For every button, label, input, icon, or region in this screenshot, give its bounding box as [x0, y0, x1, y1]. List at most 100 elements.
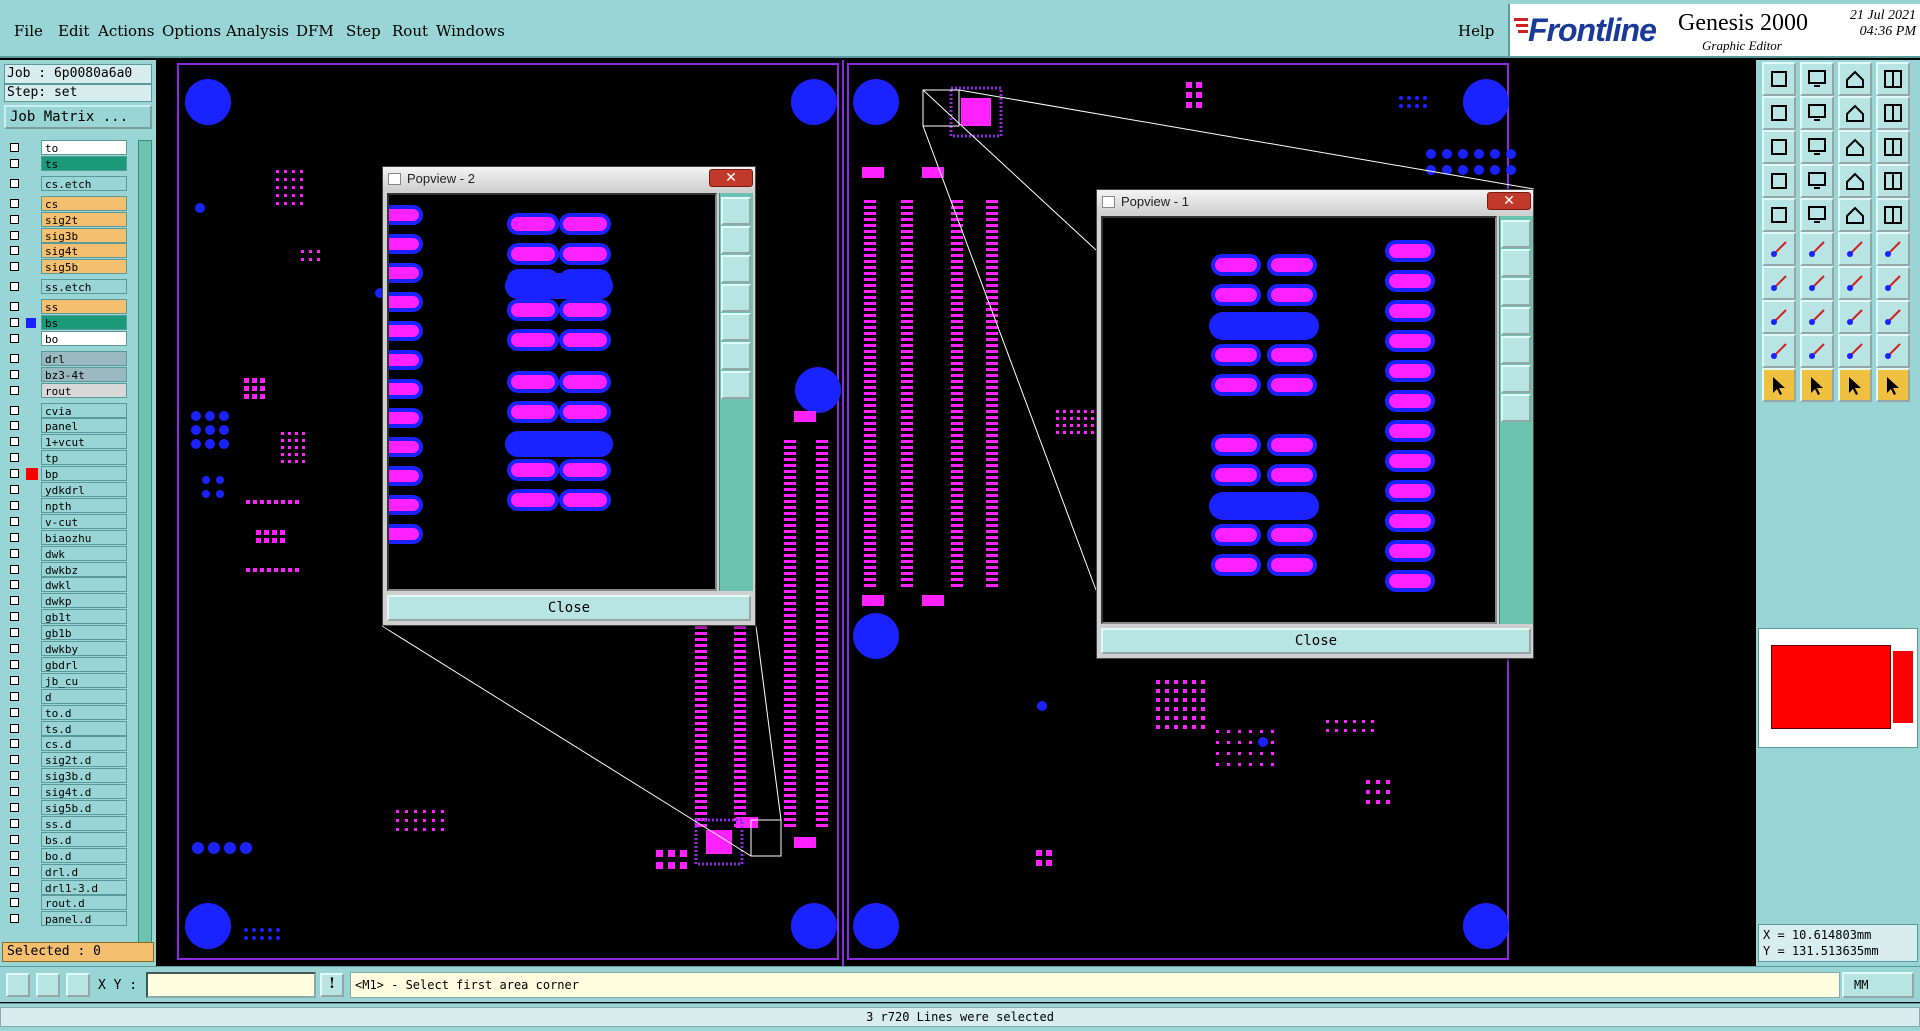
layer-name[interactable]: sig5b.d [41, 800, 127, 815]
layer-row[interactable]: ss [4, 299, 134, 315]
layer-row[interactable]: sig4t [4, 243, 134, 259]
resize-icon[interactable] [1838, 300, 1872, 334]
scale-icon[interactable] [1838, 130, 1872, 164]
layer-icon[interactable] [1800, 62, 1834, 96]
layer-name[interactable]: to.d [41, 704, 127, 720]
popview-1-close-icon[interactable]: ✕ [1487, 192, 1531, 210]
circle-icon[interactable] [1876, 198, 1910, 232]
popview-tool-button[interactable] [1501, 365, 1531, 393]
layer-checkbox[interactable] [10, 532, 19, 542]
layer-row[interactable]: tp [4, 450, 134, 466]
layer-name[interactable]: to [41, 140, 127, 155]
layer-row[interactable]: v-cut [4, 513, 134, 529]
popview-tool-button[interactable] [721, 342, 751, 370]
layer-name[interactable]: dwkl [41, 577, 127, 593]
layer-row[interactable]: to [4, 140, 134, 155]
layer-checkbox[interactable] [10, 675, 19, 685]
layer-checkbox[interactable] [10, 353, 19, 363]
popview-tool-button[interactable] [721, 226, 751, 254]
layer-row[interactable]: sig3b.d [4, 768, 134, 784]
fit-icon[interactable] [1762, 96, 1796, 130]
layer-name[interactable]: npth [41, 497, 127, 513]
units-select[interactable]: MM [1842, 972, 1914, 998]
layer-checkbox[interactable] [10, 564, 19, 574]
overview-map[interactable] [1758, 628, 1918, 748]
layer-checkbox[interactable] [10, 302, 19, 312]
pointer-icon[interactable] [1762, 368, 1796, 402]
job-matrix-button[interactable]: Job Matrix ... [4, 105, 152, 129]
menu-file[interactable]: File [14, 22, 43, 40]
layer-name[interactable]: v-cut [41, 513, 127, 529]
net-icon[interactable] [1838, 164, 1872, 198]
copy-icon[interactable] [1838, 232, 1872, 266]
layer-name[interactable]: dwkby [41, 641, 127, 656]
layer-checkbox[interactable] [10, 803, 19, 812]
connect-icon[interactable] [1876, 232, 1910, 266]
popview-tool-button[interactable] [721, 255, 751, 283]
layer-row[interactable]: bs [4, 315, 134, 330]
layer-name[interactable]: dwk [41, 545, 127, 561]
layer-checkbox[interactable] [10, 612, 19, 622]
popview-2-titlebar[interactable]: Popview - 2 [383, 167, 755, 191]
menu-help[interactable]: Help [1458, 22, 1494, 40]
popview-1-titlebar[interactable]: Popview - 1 [1097, 190, 1533, 214]
layer-row[interactable]: drl1-3.d [4, 879, 134, 895]
layer-name[interactable]: rout [41, 382, 127, 398]
slash-icon[interactable] [1800, 266, 1834, 300]
probe-icon[interactable] [1800, 164, 1834, 198]
layer-name[interactable]: dwkp [41, 593, 127, 609]
triangle-icon[interactable] [1762, 334, 1796, 368]
layer-checkbox[interactable] [10, 755, 19, 765]
layer-checkbox[interactable] [10, 453, 19, 463]
polygon-icon[interactable] [1876, 334, 1910, 368]
delete-icon[interactable] [1800, 232, 1834, 266]
menu-step[interactable]: Step [346, 22, 381, 40]
layer-checkbox[interactable] [10, 850, 19, 860]
layer-checkbox[interactable] [10, 262, 19, 272]
layer-list-scrollbar[interactable] [138, 140, 152, 950]
layer-checkbox[interactable] [10, 818, 19, 828]
layer-row[interactable]: bo.d [4, 847, 134, 863]
xy-input[interactable] [146, 972, 316, 998]
layer-checkbox[interactable] [10, 882, 19, 892]
menu-dfm[interactable]: DFM [296, 22, 334, 40]
layer-name[interactable]: drl [41, 350, 127, 366]
layer-checkbox[interactable] [10, 282, 19, 292]
layer-row[interactable]: to.d [4, 704, 134, 720]
layer-name[interactable]: panel [41, 418, 127, 434]
layer-name[interactable]: sig3b [41, 227, 127, 243]
layer-name[interactable]: biaozhu [41, 529, 127, 545]
measure-icon[interactable] [1762, 164, 1796, 198]
layer-checkbox[interactable] [10, 898, 19, 908]
layer-row[interactable]: drl.d [4, 863, 134, 879]
layer-name[interactable]: sig5b [41, 259, 127, 275]
layer-name[interactable]: bo.d [41, 847, 127, 863]
minus-icon[interactable] [1800, 300, 1834, 334]
popview-1-view[interactable] [1101, 216, 1497, 624]
layer-checkbox[interactable] [10, 214, 19, 224]
layer-row[interactable]: sig5b.d [4, 800, 134, 815]
sync-icon[interactable] [1838, 96, 1872, 130]
menu-edit[interactable]: Edit [58, 22, 89, 40]
layer-name[interactable]: gbdrl [41, 656, 127, 672]
layer-row[interactable]: sig4t.d [4, 784, 134, 800]
popview-tool-button[interactable] [721, 313, 751, 341]
menu-options[interactable]: Options [162, 22, 221, 40]
layer-checkbox[interactable] [10, 246, 19, 256]
pad-icon[interactable] [1762, 198, 1796, 232]
popview-2-close-icon[interactable]: ✕ [709, 169, 753, 187]
zoom-home-icon[interactable] [1762, 130, 1796, 164]
popview-tool-button[interactable] [1501, 394, 1531, 422]
select-multi-icon[interactable] [1876, 368, 1910, 402]
layer-name[interactable]: cs.etch [41, 175, 127, 191]
layer-name[interactable]: d [41, 688, 127, 704]
layer-checkbox[interactable] [10, 318, 19, 327]
layer-row[interactable]: sig2t [4, 211, 134, 227]
pan-icon[interactable] [1800, 96, 1834, 130]
layer-name[interactable]: cs [41, 195, 127, 211]
layer-name[interactable]: ydkdrl [41, 482, 127, 497]
layer-name[interactable]: rout.d [41, 895, 127, 911]
layer-name[interactable]: ss.etch [41, 279, 127, 295]
home-icon[interactable] [1838, 62, 1872, 96]
redraw-icon[interactable] [1876, 96, 1910, 130]
